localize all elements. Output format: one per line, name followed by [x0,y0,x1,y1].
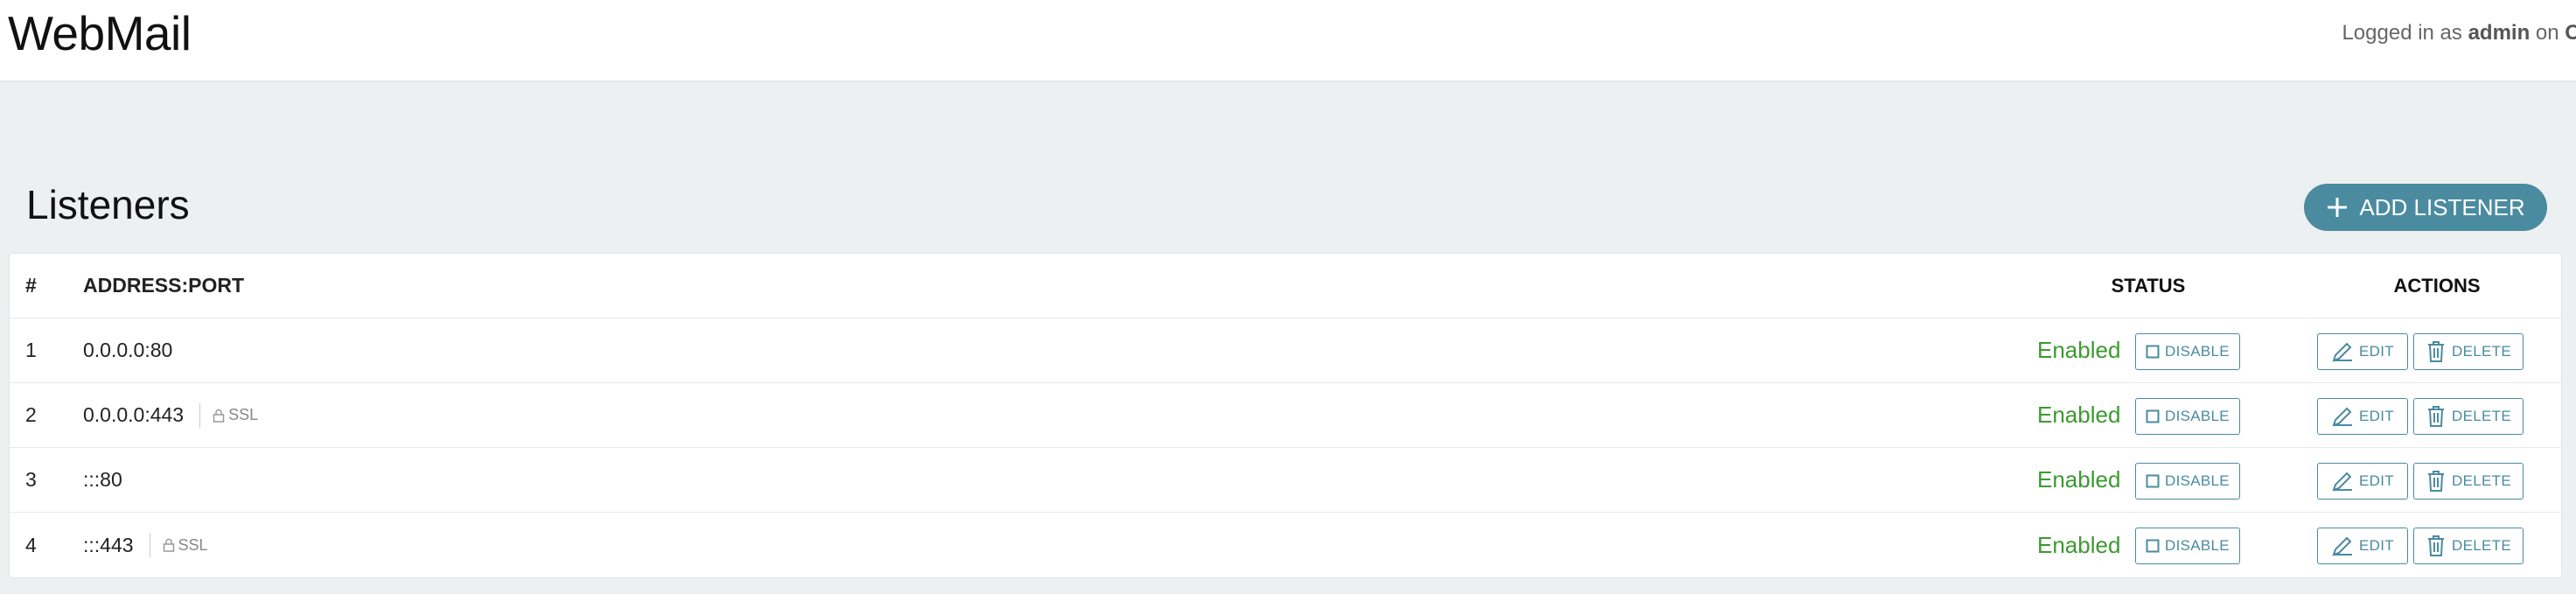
trash-icon [2428,406,2445,427]
disable-label: DISABLE [2165,472,2230,489]
lock-icon [163,538,174,552]
divider [199,402,201,428]
disable-button[interactable]: DISABLE [2135,528,2240,564]
server-name: Orar [2565,21,2576,45]
table-row: 1 0.0.0.0:80 Enabled DISABLE EDIT DELETE [10,318,2561,383]
edit-button[interactable]: EDIT [2317,463,2408,500]
disable-label: DISABLE [2165,408,2230,424]
square-icon [2146,345,2160,359]
header-status: STATUS [2111,274,2186,297]
square-icon [2146,474,2160,488]
page-title: Listeners [26,182,190,227]
pencil-icon [2332,536,2353,556]
delete-label: DELETE [2452,408,2511,424]
login-prefix: Logged in as [2342,21,2468,45]
row-num: 3 [25,468,37,491]
edit-label: EDIT [2359,343,2394,360]
status-text: Enabled [2037,402,2121,428]
row-num: 4 [25,533,37,556]
ssl-badge: SSL [163,536,208,555]
delete-label: DELETE [2452,537,2511,554]
address-text: 0.0.0.0:443 [83,403,185,426]
delete-button[interactable]: DELETE [2413,398,2524,435]
plus-icon [2328,198,2348,217]
address-text: 0.0.0.0:80 [83,339,173,361]
table-row: 2 0.0.0.0:443 SSL Enabled DISABLE EDIT D… [10,383,2561,448]
ssl-label: SSL [228,406,259,423]
add-listener-label: ADD LISTENER [2359,193,2525,220]
ssl-label: SSL [178,535,208,554]
disable-button[interactable]: DISABLE [2135,463,2240,500]
top-bar: WebMail Logged in as admin on Orar [0,0,2576,82]
edit-button[interactable]: EDIT [2317,528,2408,564]
status-text: Enabled [2037,466,2121,493]
pencil-icon [2332,472,2353,492]
edit-label: EDIT [2359,472,2394,489]
table-row: 3 :::80 Enabled DISABLE EDIT DELETE [10,448,2561,513]
listeners-table: # ADDRESS:PORT STATUS ACTIONS 1 0.0.0.0:… [9,253,2562,578]
pencil-icon [2332,342,2353,362]
row-num: 2 [25,403,37,426]
delete-button[interactable]: DELETE [2413,528,2524,564]
delete-label: DELETE [2452,343,2511,360]
square-icon [2146,539,2160,553]
row-address: :::443 SSL [83,513,208,577]
trash-icon [2428,471,2445,492]
header-address: ADDRESS:PORT [83,274,245,297]
edit-label: EDIT [2359,537,2394,554]
table-header-row: # ADDRESS:PORT STATUS ACTIONS [10,254,2561,318]
row-num: 1 [25,339,37,361]
disable-button[interactable]: DISABLE [2135,333,2240,370]
disable-button[interactable]: DISABLE [2135,398,2240,435]
add-listener-button[interactable]: ADD LISTENER [2304,184,2547,231]
delete-button[interactable]: DELETE [2413,333,2524,370]
disable-label: DISABLE [2165,537,2230,554]
row-address: 0.0.0.0:443 SSL [83,383,258,447]
username: admin [2468,21,2531,45]
status-text: Enabled [2037,531,2121,558]
login-mid: on [2530,21,2566,45]
header-actions: ACTIONS [2393,274,2481,297]
pencil-icon [2332,407,2353,427]
disable-label: DISABLE [2165,343,2230,360]
edit-button[interactable]: EDIT [2317,398,2408,435]
delete-button[interactable]: DELETE [2413,463,2524,500]
address-text: :::80 [83,468,122,491]
table-row: 4 :::443 SSL Enabled DISABLE EDIT DELETE [10,513,2561,577]
square-icon [2146,409,2160,423]
edit-label: EDIT [2359,408,2394,424]
delete-label: DELETE [2452,472,2511,489]
lock-icon [213,409,225,423]
trash-icon [2428,535,2445,556]
address-text: :::443 [83,533,134,556]
login-info: Logged in as admin on Orar [2342,21,2576,45]
header-num: # [25,274,37,297]
trash-icon [2428,341,2445,362]
app-title: WebMail [8,6,192,60]
row-address: 0.0.0.0:80 [83,318,172,382]
row-address: :::80 [83,448,122,512]
ssl-badge: SSL [213,406,258,424]
edit-button[interactable]: EDIT [2317,333,2408,370]
status-text: Enabled [2037,337,2121,363]
